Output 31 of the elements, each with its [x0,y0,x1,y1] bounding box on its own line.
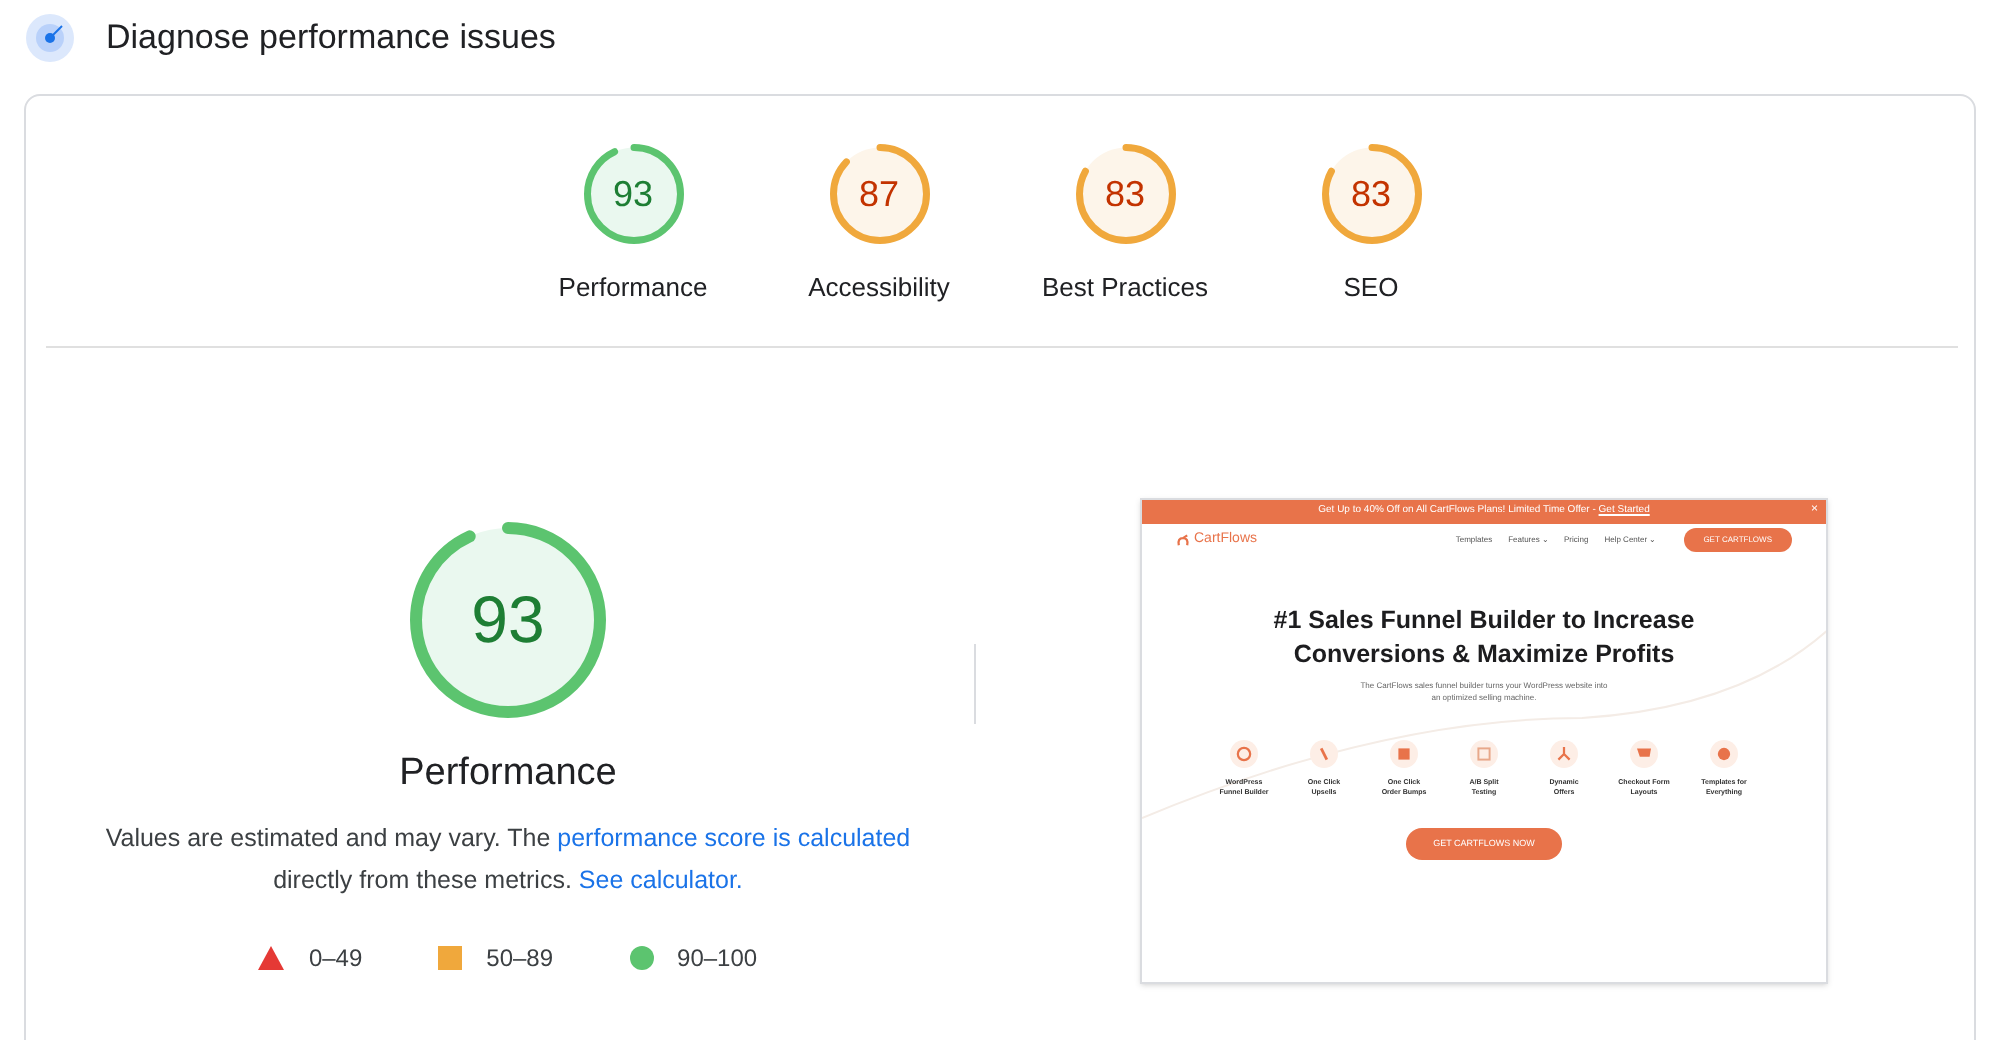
score-link[interactable]: performance score is calculated [557,824,911,852]
category-label: SEO [1343,270,1399,306]
category-label: Performance [558,270,708,306]
legend-range: 50–89 [486,942,554,976]
logo-icon [1176,533,1190,547]
feature-icon [1470,739,1498,767]
score-value: 93 [612,171,654,217]
category-label: Accessibility [808,270,950,306]
hero-heading: Conversions & Maximize Profits [1293,637,1675,671]
category-label: Best Practices [1041,270,1209,306]
feature-icon [1630,739,1658,767]
square-icon [438,946,463,970]
circle-icon [629,946,654,970]
triangle-icon [258,946,285,970]
calculator-link[interactable]: See calculator. [578,866,743,894]
feature-icon [1310,739,1338,767]
score-value: 93 [471,579,545,660]
legend-range: 90–100 [677,942,758,976]
feature-icon [1390,739,1418,767]
hero-heading: #1 Sales Funnel Builder to Increase [1273,603,1695,637]
feature-icon [1550,739,1578,767]
score-value: 87 [858,171,900,217]
score-description: Values are estimated and may vary. The performance score is calculated directly from these metrics. See calculator. [105,822,911,898]
score-value: 83 [1350,171,1392,217]
score-value: 83 [1104,171,1146,217]
diagnose-icon [26,14,74,62]
section-title: Diagnose performance issues [106,16,556,61]
feature-icon [1710,739,1738,767]
gauge-title: Performance [399,749,617,797]
legend-range: 0–49 [308,942,363,976]
feature-icon [1230,739,1258,767]
